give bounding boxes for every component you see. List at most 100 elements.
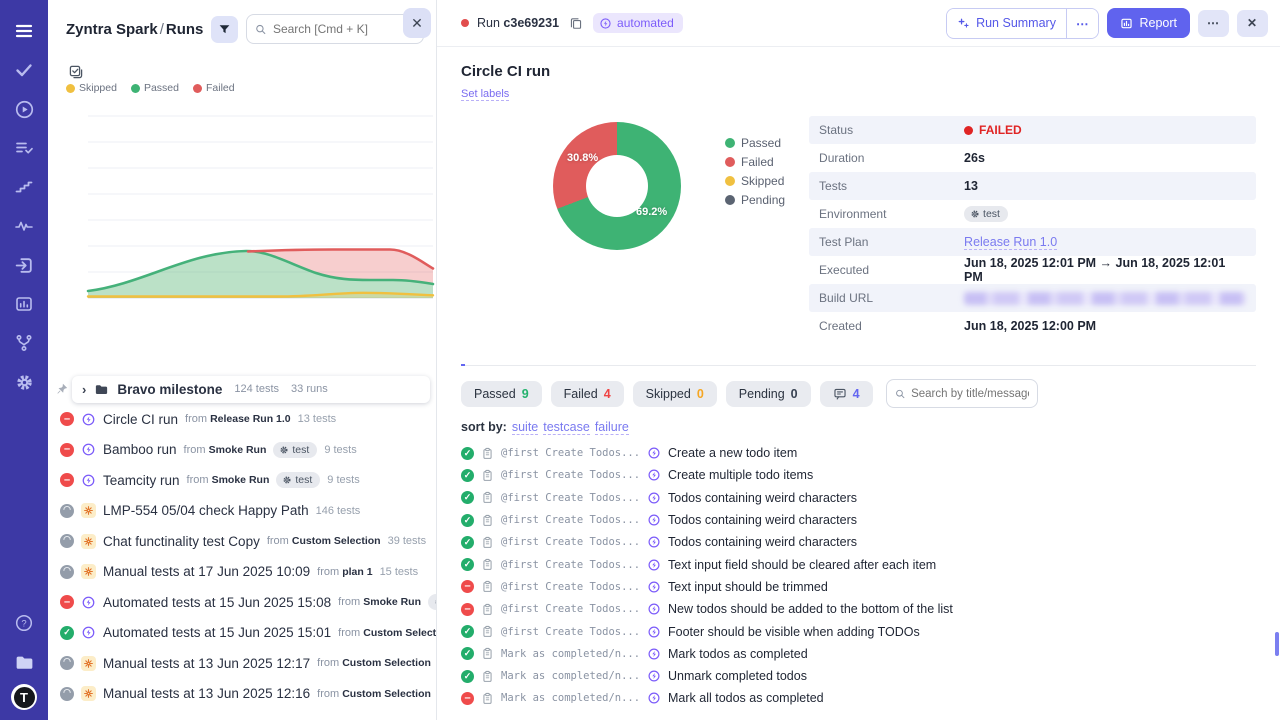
gear-icon [279,445,289,455]
more-actions-button[interactable]: ⋯ [1198,10,1229,37]
test-status-icon [461,558,474,571]
pulse-icon[interactable] [7,209,41,243]
run-list-item[interactable]: Manual tests at 13 Jun 2025 12:17 from C… [56,648,436,679]
runs-search[interactable] [246,14,424,44]
menu-icon[interactable] [7,14,41,48]
test-row[interactable]: Mark as completed/n... Unmark completed … [461,665,1256,687]
test-search[interactable] [886,379,1038,408]
run-list-item[interactable]: Automated tests at 15 Jun 2025 15:08 fro… [56,587,436,618]
run-summary-button[interactable]: Run Summary [947,9,1066,37]
search-icon [895,388,906,400]
test-row[interactable]: Mark as completed/n... Mark todos as com… [461,643,1256,665]
automated-robot-icon [81,473,96,488]
automated-robot-icon [646,691,661,706]
run-detail-tab[interactable] [461,356,465,366]
test-plan-link[interactable]: Release Run 1.0 [964,235,1057,250]
info-row: Tests 13 [809,172,1256,200]
help-icon[interactable]: ? [7,606,41,640]
run-status-icon [60,443,74,457]
app-logo[interactable]: T [11,684,37,710]
test-row[interactable]: @first Create Todos... Todos containing … [461,487,1256,509]
donut-legend-item: Failed [725,155,785,169]
tasks-check-icon[interactable] [7,53,41,87]
run-list-item[interactable]: Chat functinality test Copy from Custom … [56,526,436,557]
clipboard-icon [481,447,494,460]
test-filter-pill[interactable]: Skipped 0 [633,381,717,407]
close-run-button[interactable]: ✕ [1237,10,1268,37]
test-title: Todos containing weird characters [668,535,857,549]
projects-folder-icon[interactable] [7,645,41,679]
automated-robot-icon [646,624,661,639]
run-list-item[interactable]: Manual tests at 13 Jun 2025 12:16 from C… [56,679,436,710]
sort-option-link[interactable]: suite [512,420,538,435]
run-detail-panel: Run c3e69231 automated Run Summary ⋯ Rep… [437,0,1280,720]
run-list-item[interactable]: Bamboo run from Smoke Run test 9 tests [56,435,436,466]
test-row[interactable]: @first Create Todos... Create multiple t… [461,464,1256,486]
run-info-table: Status FAILED Duration 26s [809,116,1256,340]
automated-robot-icon [646,535,661,550]
analytics-icon[interactable] [7,287,41,321]
panel-close-button[interactable]: ✕ [403,8,431,38]
sort-option-link[interactable]: testcase [543,420,590,435]
test-row[interactable]: @first Create Todos... Text input should… [461,576,1256,598]
run-status-icon [60,504,74,518]
automated-robot-icon [646,579,661,594]
branches-icon[interactable] [7,326,41,360]
app-root: ? T ✕ Zyntra Spark/Runs [0,0,1280,720]
settings-gear-icon[interactable] [7,365,41,399]
run-tests-count: 146 tests [316,505,361,517]
test-row[interactable]: @first Create Todos... New todos should … [461,598,1256,620]
run-list-item[interactable]: Teamcity run from Smoke Run test 9 tests [56,465,436,496]
manual-spark-icon [81,686,96,701]
test-suite: @first Create Todos... [501,559,639,571]
runs-trend-chart: SkippedPassedFailed [48,86,437,330]
test-row[interactable]: @first Create Todos... Create a new todo… [461,442,1256,464]
test-suite: @first Create Todos... [501,603,639,615]
select-all-icon[interactable] [68,64,84,80]
scrollbar-thumb[interactable] [1275,632,1279,656]
runs-play-icon[interactable] [7,92,41,126]
clipboard-icon [481,647,494,660]
chevron-right-icon[interactable]: › [82,382,86,397]
run-tests-count: 9 tests [324,444,356,456]
test-row[interactable]: @first Create Todos... Todos containing … [461,531,1256,553]
run-list-item[interactable]: Manual tests at 17 Jun 2025 10:09 from p… [56,557,436,588]
sort-option-link[interactable]: failure [595,420,629,435]
sign-in-icon[interactable] [7,248,41,282]
chart-plot-area [48,86,437,330]
test-search-input[interactable] [911,388,1028,400]
set-labels-link[interactable]: Set labels [461,88,509,101]
run-list-item[interactable]: Automated tests at 15 Jun 2025 15:01 fro… [56,618,436,649]
test-filter-pill[interactable]: Pending 0 [726,381,811,407]
run-detail-tab[interactable] [487,356,491,365]
test-row[interactable]: @first Create Todos... Footer should be … [461,620,1256,642]
pin-icon[interactable] [56,383,68,395]
test-status-icon [461,625,474,638]
milestone-bravo[interactable]: › Bravo milestone 124 tests 33 runs [72,376,430,403]
run-detail-tab[interactable] [513,356,517,365]
run-list-item[interactable]: Circle CI run from Release Run 1.0 13 te… [56,404,436,435]
automated-robot-icon [646,557,661,572]
test-filter-pill[interactable]: Passed 9 [461,381,542,407]
test-title: Create a new todo item [668,446,797,460]
copy-run-id-button[interactable] [567,14,585,32]
test-row[interactable]: Mark as completed/n... Mark all todos as… [461,687,1256,709]
run-summary-more-button[interactable]: ⋯ [1067,9,1099,38]
run-status-icon [60,565,74,579]
steps-icon[interactable] [7,170,41,204]
test-cases-icon[interactable] [7,131,41,165]
ai-sparkle-icon [957,17,970,30]
test-row[interactable]: @first Create Todos... Todos containing … [461,509,1256,531]
environment-badge: test [273,442,317,458]
test-filter-pill[interactable]: 4 [820,381,873,407]
test-filter-pill[interactable]: Failed 4 [551,381,624,407]
info-row: Status FAILED [809,116,1256,144]
build-url-redacted[interactable] [964,292,1246,305]
run-status-icon [60,595,74,609]
filter-button[interactable] [211,16,238,43]
test-row[interactable]: @first Create Todos... Text input field … [461,553,1256,575]
info-row: Environment test [809,200,1256,228]
run-list-item[interactable]: LMP-554 05/04 check Happy Path 146 tests [56,496,436,527]
report-button[interactable]: Report [1107,8,1190,38]
runs-search-input[interactable] [273,22,415,36]
